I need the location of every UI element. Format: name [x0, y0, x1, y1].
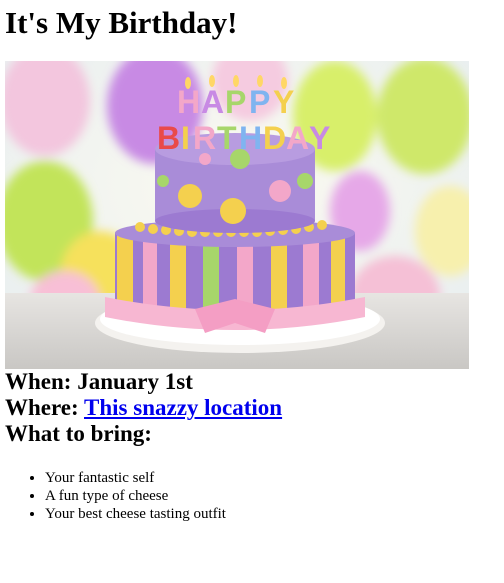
- when-label: When:: [5, 369, 72, 394]
- page: It's My Birthday! H A P P Y B I R T H D …: [0, 0, 504, 523]
- list-item: Your fantastic self: [45, 469, 504, 487]
- where-heading: Where: This snazzy location: [5, 395, 504, 421]
- svg-text:H: H: [177, 84, 200, 120]
- svg-text:Y: Y: [273, 84, 294, 120]
- svg-text:T: T: [217, 120, 237, 156]
- list-item: Your best cheese tasting outfit: [45, 505, 504, 523]
- when-heading: When: January 1st: [5, 369, 504, 395]
- svg-text:P: P: [225, 84, 246, 120]
- bring-list: Your fantastic self A fun type of cheese…: [5, 469, 504, 523]
- cake-bottom-tier: [105, 219, 365, 333]
- svg-text:B: B: [157, 120, 180, 156]
- cake-illustration: H A P P Y B I R T H D A Y: [5, 61, 469, 369]
- where-label: Where:: [5, 395, 79, 420]
- svg-text:D: D: [263, 120, 286, 156]
- svg-text:P: P: [249, 84, 270, 120]
- svg-text:Y: Y: [309, 120, 330, 156]
- when-value: January 1st: [77, 369, 193, 394]
- list-item: A fun type of cheese: [45, 487, 504, 505]
- svg-text:H: H: [239, 120, 262, 156]
- page-title: It's My Birthday!: [5, 5, 238, 40]
- svg-text:R: R: [193, 120, 216, 156]
- svg-text:A: A: [201, 84, 224, 120]
- location-link[interactable]: This snazzy location: [84, 395, 282, 420]
- svg-text:I: I: [181, 120, 190, 156]
- svg-text:A: A: [286, 120, 309, 156]
- birthday-cake-photo: H A P P Y B I R T H D A Y: [5, 61, 469, 369]
- what-to-bring-heading: What to bring:: [5, 421, 152, 446]
